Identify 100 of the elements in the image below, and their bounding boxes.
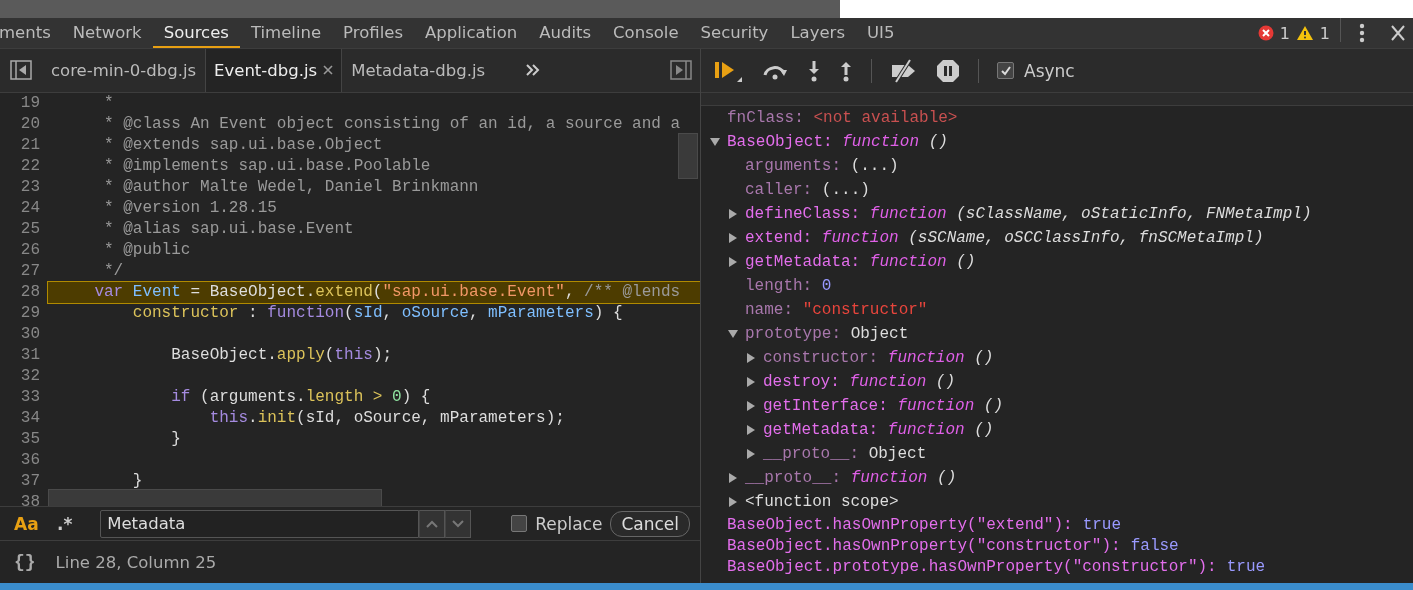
property-name: destroy:: [763, 373, 840, 391]
function-params: (sClassName, oStaticInfo, FNMetaImpl): [955, 205, 1312, 223]
property-value: Object: [849, 325, 909, 343]
panel-tab[interactable]: Layers: [779, 18, 856, 48]
expand-triangle-icon[interactable]: [745, 448, 757, 460]
more-tabs-icon[interactable]: [526, 63, 541, 78]
property-value: "constructor": [801, 301, 928, 319]
expand-triangle-icon[interactable]: [745, 352, 757, 364]
code-line: * @author Malte Wedel, Daniel Brinkmann: [103, 176, 480, 198]
function-keyword: function: [849, 469, 928, 487]
boolean-value: true: [1082, 515, 1122, 534]
file-tab[interactable]: Metadata-dbg.js: [342, 49, 495, 92]
warning-icon: [1295, 25, 1314, 41]
step-out-icon[interactable]: [839, 59, 853, 82]
expand-triangle-icon[interactable]: [745, 424, 757, 436]
line-number: 31: [19, 344, 41, 366]
property-name: prototype:: [745, 325, 841, 343]
expand-triangle-icon[interactable]: [727, 496, 739, 508]
property-value: (...): [820, 181, 870, 199]
code-line: * @extends sap.ui.base.Object: [103, 134, 384, 156]
boolean-value: false: [1130, 536, 1179, 555]
previous-match-button[interactable]: [418, 509, 445, 538]
file-tab[interactable]: Event-dbg.js: [205, 49, 343, 92]
line-number: 20: [19, 113, 41, 135]
watch-expression: BaseObject.hasOwnProperty("extend"):: [727, 515, 1073, 534]
panel-tab[interactable]: Application: [414, 18, 529, 48]
vertical-scrollbar[interactable]: [678, 132, 698, 179]
function-keyword: function: [896, 397, 975, 415]
line-number: 23: [19, 176, 41, 198]
line-number: 38: [19, 491, 41, 507]
function-params: (): [973, 421, 994, 439]
panel-tab[interactable]: UI5: [856, 18, 906, 48]
next-match-button[interactable]: [444, 509, 471, 538]
expand-triangle-icon[interactable]: [709, 136, 721, 148]
toggle-debugger-icon[interactable]: [670, 60, 692, 81]
panel-tab[interactable]: Profiles: [332, 18, 414, 48]
code-line: }: [131, 470, 144, 492]
line-number: 26: [19, 239, 41, 261]
property-name: arguments:: [745, 157, 841, 175]
line-number: 27: [19, 260, 41, 282]
error-count: 1: [1279, 23, 1290, 43]
expand-triangle-icon[interactable]: [727, 256, 739, 268]
panel-tab[interactable]: Security: [689, 18, 780, 48]
more-menu-icon[interactable]: [1359, 23, 1365, 43]
expand-triangle-icon[interactable]: [727, 208, 739, 220]
watch-expression: BaseObject.hasOwnProperty("constructor"):: [727, 536, 1121, 555]
watch-expression: BaseObject.prototype.hasOwnProperty("constructor"):: [727, 557, 1217, 576]
panel-tab[interactable]: Console: [602, 18, 690, 48]
property-name: length:: [745, 277, 813, 295]
down-chevron-icon: [451, 519, 464, 528]
replace-checkbox[interactable]: [510, 515, 528, 533]
function-params: (): [936, 469, 957, 487]
pretty-print-button[interactable]: {}: [14, 552, 36, 573]
code-line: if (arguments.length > 0) {: [170, 386, 432, 408]
line-number: 34: [19, 407, 41, 429]
property-name: extend:: [745, 229, 813, 247]
property-name: name:: [745, 301, 793, 319]
expand-triangle-icon[interactable]: [727, 472, 739, 484]
file-tab[interactable]: core-min-0-dbg.js: [42, 49, 206, 92]
function-keyword: function: [848, 373, 927, 391]
line-number: 35: [19, 428, 41, 450]
panel-tab[interactable]: Network: [61, 18, 153, 48]
function-keyword: function: [820, 229, 899, 247]
line-number: 22: [19, 155, 41, 177]
close-icon[interactable]: [1391, 25, 1405, 41]
pause-on-exceptions-icon[interactable]: [936, 58, 960, 83]
toggle-sidebar-icon[interactable]: [10, 60, 32, 81]
panel-tab[interactable]: ments: [0, 18, 62, 48]
panel-tab[interactable]: Timeline: [239, 18, 333, 48]
function-keyword: function: [886, 349, 965, 367]
async-label: Async: [1024, 60, 1075, 81]
expand-triangle-icon[interactable]: [745, 376, 757, 388]
regex-toggle[interactable]: .*: [57, 513, 93, 534]
up-chevron-icon: [425, 519, 438, 528]
close-tab-icon[interactable]: [323, 65, 334, 76]
match-case-toggle[interactable]: Aa: [14, 513, 50, 534]
horizontal-scrollbar[interactable]: [48, 488, 382, 507]
function-params: (): [955, 253, 976, 271]
code-line: }: [170, 428, 182, 450]
expand-triangle-icon[interactable]: [745, 400, 757, 412]
expand-triangle-icon[interactable]: [727, 328, 739, 340]
line-number: 36: [19, 449, 41, 471]
line-number: 37: [19, 470, 41, 492]
code-line: * @class An Event object consisting of an id, a source and a: [103, 113, 682, 135]
panel-tab[interactable]: Audits: [528, 18, 603, 48]
code-line: BaseObject.apply(this);: [170, 344, 394, 366]
function-params: (sSCName, oSCClassInfo, fnSCMetaImpl): [907, 229, 1264, 247]
line-number: 21: [19, 134, 41, 156]
code-line: */: [103, 260, 125, 282]
property-value: <not available>: [812, 109, 958, 127]
line-number: 28: [19, 281, 41, 303]
cancel-button[interactable]: Cancel: [610, 510, 690, 537]
line-number: 32: [19, 365, 41, 387]
property-name: BaseObject:: [727, 133, 833, 151]
property-name: __proto__:: [745, 469, 841, 487]
expand-triangle-icon[interactable]: [727, 232, 739, 244]
async-checkbox[interactable]: [997, 62, 1014, 79]
function-params: (): [934, 373, 956, 391]
step-into-icon[interactable]: [807, 59, 821, 82]
search-field[interactable]: Metadata: [100, 509, 419, 538]
